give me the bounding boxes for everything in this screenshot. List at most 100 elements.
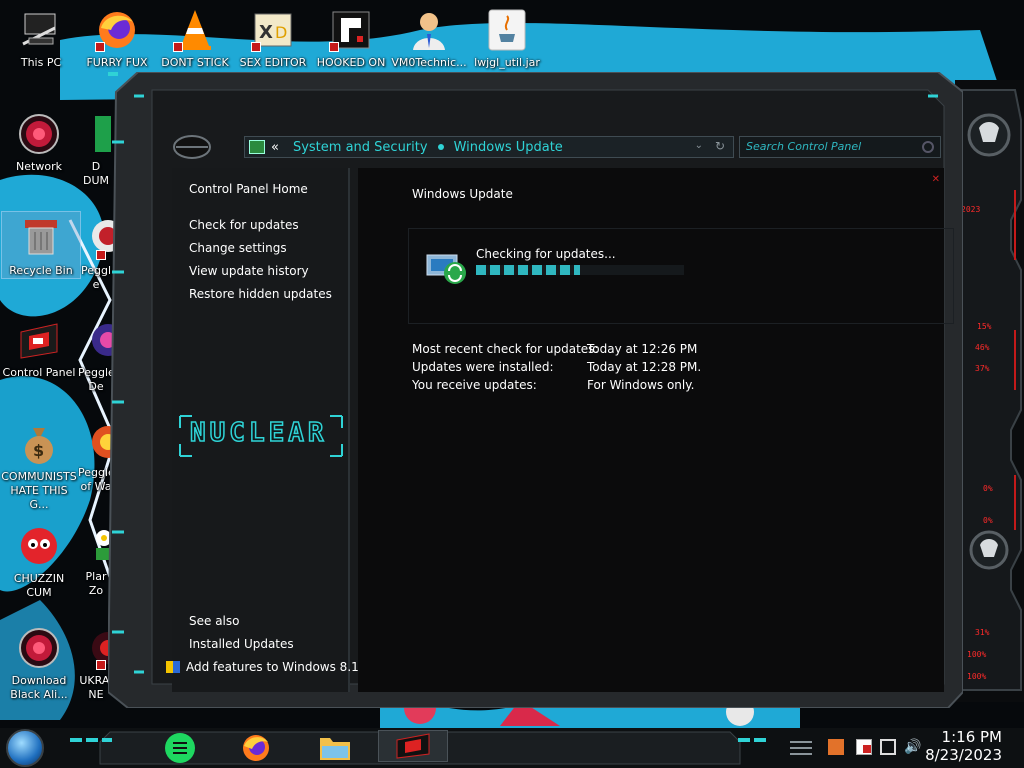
gadget-readout: 2023	[961, 205, 981, 214]
control-panel-icon	[396, 733, 430, 759]
svg-text:D: D	[275, 23, 287, 42]
desktop-icon-lwjgl[interactable]: lwjgl_util.jar	[468, 8, 546, 70]
clock-date: 8/23/2023	[925, 746, 1002, 764]
windows-update-icon	[425, 251, 471, 285]
update-progress-bar	[476, 265, 684, 275]
control-panel-icon	[17, 318, 61, 362]
nav-installed-updates[interactable]: Installed Updates	[189, 637, 294, 651]
desktop-icon-label: Recycle Bin	[9, 264, 73, 277]
svg-text:X: X	[259, 22, 273, 43]
desktop-icon-label: DONT STICK	[161, 56, 229, 69]
chuzzle-icon	[17, 524, 61, 568]
page-title: Windows Update	[412, 187, 513, 201]
svg-text:$: $	[33, 441, 44, 460]
navigation-pane: Control Panel Home Check for updates Cha…	[166, 168, 359, 692]
desktop-icon-label: This PC	[20, 56, 62, 69]
computer-icon	[19, 8, 63, 52]
desktop-icon-hooked-on[interactable]: HOOKED ON	[312, 8, 390, 70]
taskbar-file-explorer[interactable]	[318, 732, 354, 764]
taskbar-notes-app[interactable]	[162, 732, 198, 764]
info-label-receive: You receive updates:	[412, 378, 537, 392]
add-features-label: Add features to Windows 8.1	[186, 660, 359, 674]
nav-add-features[interactable]: Add features to Windows 8.1	[166, 660, 359, 674]
desktop-icon-control-panel[interactable]: Control Panel	[0, 318, 78, 380]
flag-icon[interactable]	[856, 739, 872, 755]
help-icon[interactable]: ✕	[932, 174, 940, 185]
nuclear-logo: NUCLEAR	[178, 410, 344, 462]
nav-control-panel-home[interactable]: Control Panel Home	[189, 182, 308, 196]
desktop-icon-dont-stick[interactable]: DONT STICK	[156, 8, 234, 70]
info-label-installed: Updates were installed:	[412, 360, 554, 374]
desktop-icon-label: Download Black Ali...	[10, 674, 68, 701]
taskbar-control-panel[interactable]	[378, 730, 448, 762]
game-icon	[329, 8, 373, 52]
desktop-icon-label: Control Panel	[2, 366, 76, 379]
nuclear-logo-text: NUCLEAR	[189, 417, 328, 449]
file-explorer-icon	[320, 738, 350, 760]
info-value-receive: For Windows only.	[587, 378, 695, 392]
desktop-icon-sex-editor[interactable]: XD SEX EDITOR	[234, 8, 312, 70]
address-bar[interactable]: « System and Security Windows Update ⌄ ↻	[244, 136, 734, 158]
control-panel-window: « System and Security Windows Update ⌄ ↻…	[108, 72, 963, 708]
java-icon	[485, 8, 529, 52]
firefox-icon	[243, 735, 269, 761]
gadget-readout: 15%	[977, 322, 992, 331]
desktop-icon-download-black-ali[interactable]: Download Black Ali...	[0, 626, 78, 702]
network-icon[interactable]	[880, 739, 896, 755]
firefox-icon	[95, 8, 139, 52]
desktop-icon-this-pc[interactable]: This PC	[2, 8, 80, 70]
hex-editor-icon: XD	[251, 8, 295, 52]
search-icon[interactable]	[922, 141, 934, 153]
desktop-icon-network[interactable]: Network	[0, 112, 78, 174]
money-bag-icon: $	[17, 422, 61, 466]
desktop-icon-label: COMMUNISTS HATE THIS G...	[1, 470, 77, 511]
gadget-readout: 100%	[967, 672, 987, 681]
doctor-avatar-icon	[407, 8, 451, 52]
refresh-icon[interactable]: ↻	[715, 139, 725, 153]
progress-fill	[476, 265, 580, 275]
tray-app-icon[interactable]	[828, 739, 844, 755]
search-placeholder: Search Control Panel	[746, 140, 862, 153]
gadget-readout: 31%	[975, 628, 990, 637]
alien-orb-icon	[17, 626, 61, 670]
desktop-icon-communists[interactable]: $ COMMUNISTS HATE THIS G...	[0, 422, 78, 512]
clock-time: 1:16 PM	[941, 728, 1002, 746]
desktop-icon-label: VM0Technic...	[391, 56, 467, 69]
content-pane: ✕ Windows Update Checking for updates...…	[358, 168, 954, 692]
nav-check-for-updates[interactable]: Check for updates	[189, 218, 299, 232]
breadcrumb-system-and-security[interactable]: System and Security	[293, 140, 428, 155]
gadget-readout: 0%	[983, 484, 993, 493]
desktop-icon-chuzzin[interactable]: CHUZZIN CUM	[0, 524, 78, 600]
back-chevron[interactable]: «	[271, 140, 279, 155]
nav-restore-hidden-updates[interactable]: Restore hidden updates	[189, 287, 332, 301]
recycle-bin-icon	[19, 216, 63, 260]
desktop-icon-furry-fux[interactable]: FURRY FUX	[78, 8, 156, 70]
desktop-icon-recycle-bin[interactable]: Recycle Bin	[1, 211, 81, 279]
desktop-icon-label: lwjgl_util.jar	[474, 56, 540, 69]
windows-features-icon	[166, 661, 180, 673]
info-value-installed: Today at 12:28 PM.	[587, 360, 702, 374]
chevron-down-icon[interactable]: ⌄	[695, 140, 703, 151]
taskbar-firefox[interactable]	[240, 732, 276, 764]
search-input[interactable]: Search Control Panel	[739, 136, 941, 158]
desktop-icon-label: CHUZZIN CUM	[13, 572, 65, 599]
gadget-readout: 0%	[983, 516, 993, 525]
nav-view-update-history[interactable]: View update history	[189, 264, 309, 278]
gadget-readout: 100%	[967, 650, 987, 659]
notes-app-icon	[165, 733, 195, 763]
desktop-icon-vm0technic[interactable]: VM0Technic...	[390, 8, 468, 70]
partial-icon	[81, 112, 111, 156]
start-button[interactable]	[6, 729, 44, 767]
volume-icon[interactable]: 🔊	[904, 739, 921, 755]
vlc-cone-icon	[173, 8, 217, 52]
nav-change-settings[interactable]: Change settings	[189, 241, 287, 255]
desktop-icon-label: HOOKED ON	[316, 56, 386, 69]
info-value-recent-check: Today at 12:26 PM	[587, 342, 698, 356]
info-label-recent-check: Most recent check for updates:	[412, 342, 599, 356]
clock[interactable]: 1:16 PM 8/23/2023	[925, 728, 1002, 764]
see-also-heading: See also	[189, 614, 240, 628]
gadget-readout: 37%	[975, 364, 990, 373]
breadcrumb-windows-update[interactable]: Windows Update	[454, 140, 563, 155]
control-panel-small-icon	[249, 140, 265, 154]
desktop-icon-label: SEX EDITOR	[239, 56, 307, 69]
